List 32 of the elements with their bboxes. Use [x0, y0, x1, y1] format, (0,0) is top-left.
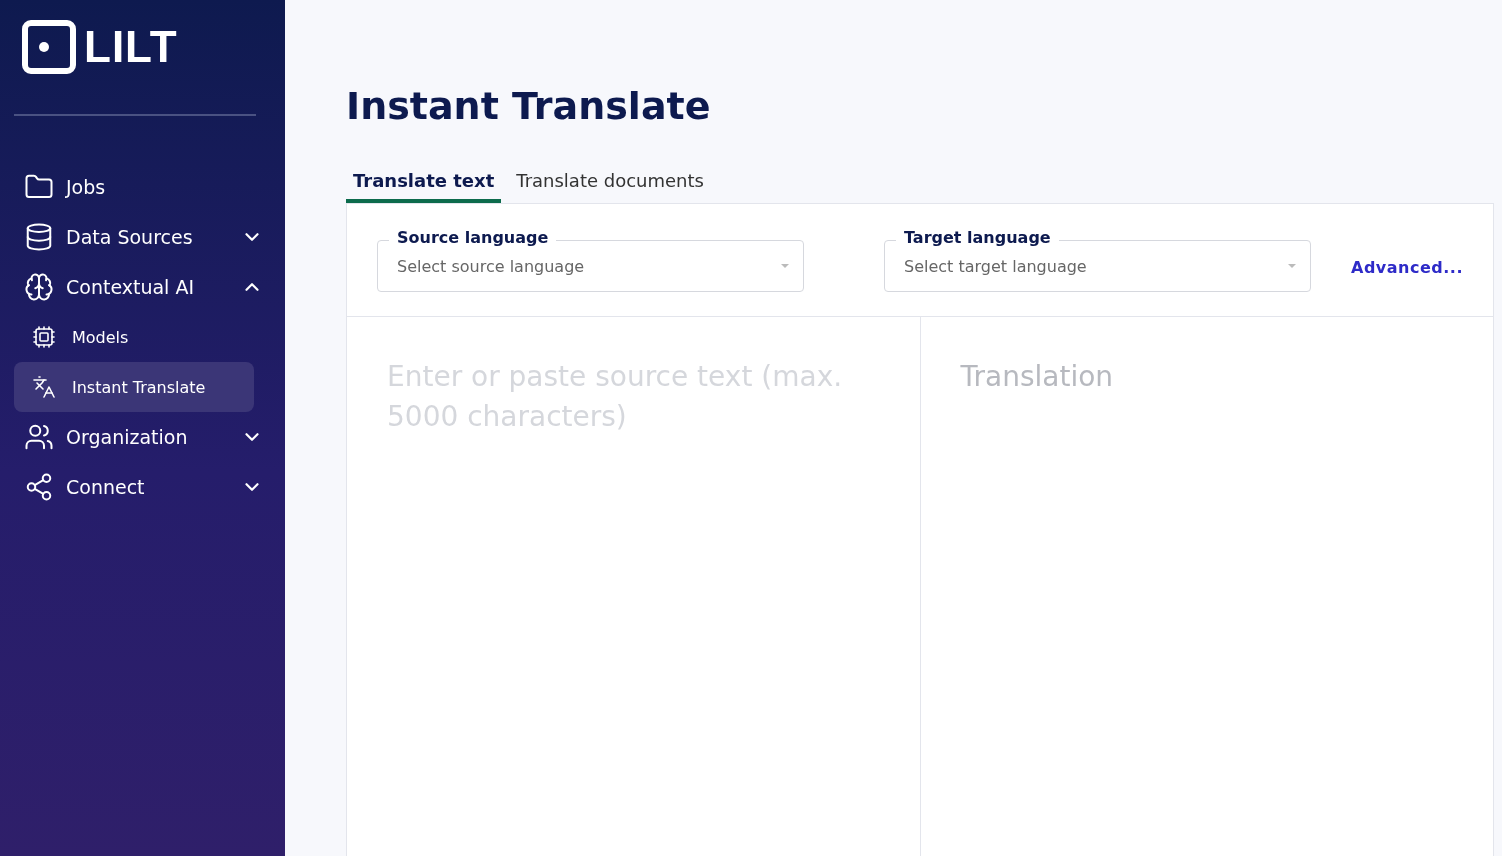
- nav-icon: [24, 472, 54, 502]
- nav-item[interactable]: Contextual AI: [14, 262, 271, 312]
- field-label: Target language: [896, 228, 1059, 247]
- caret-icon: [781, 264, 789, 268]
- nav-icon: [24, 222, 54, 252]
- nav-icon: [32, 375, 56, 399]
- caret-icon: [1288, 264, 1296, 268]
- logo-square-icon: [22, 20, 76, 74]
- brand-name: LILT: [84, 25, 178, 69]
- translation-placeholder: Translation: [960, 360, 1114, 393]
- nav-label: Models: [72, 327, 129, 347]
- nav-item[interactable]: Organization: [14, 412, 271, 462]
- nav-icon: [24, 422, 54, 452]
- nav-item[interactable]: Jobs: [14, 162, 271, 212]
- nav-label: Organization: [66, 426, 189, 448]
- advanced-link[interactable]: Advanced...: [1351, 257, 1463, 277]
- nav-label: Data Sources: [66, 226, 194, 248]
- nav-subitem[interactable]: Models: [14, 312, 254, 362]
- page-title: Instant Translate: [346, 84, 712, 128]
- nav-label: Contextual AI: [66, 276, 196, 298]
- nav-label: Connect: [66, 476, 146, 498]
- nav-item[interactable]: Connect: [14, 462, 271, 512]
- nav-label: Jobs: [66, 176, 107, 198]
- select-placeholder: Select source language: [397, 256, 585, 276]
- nav-icon: [32, 325, 56, 349]
- nav-label: Instant Translate: [72, 377, 206, 397]
- nav-icon: [24, 272, 54, 302]
- field-label: Source language: [389, 228, 557, 247]
- nav-item[interactable]: Data Sources: [14, 212, 271, 262]
- nav-subitem[interactable]: Instant Translate: [14, 362, 254, 412]
- select-placeholder: Select target language: [904, 256, 1087, 276]
- tab[interactable]: Translate documents: [509, 170, 711, 203]
